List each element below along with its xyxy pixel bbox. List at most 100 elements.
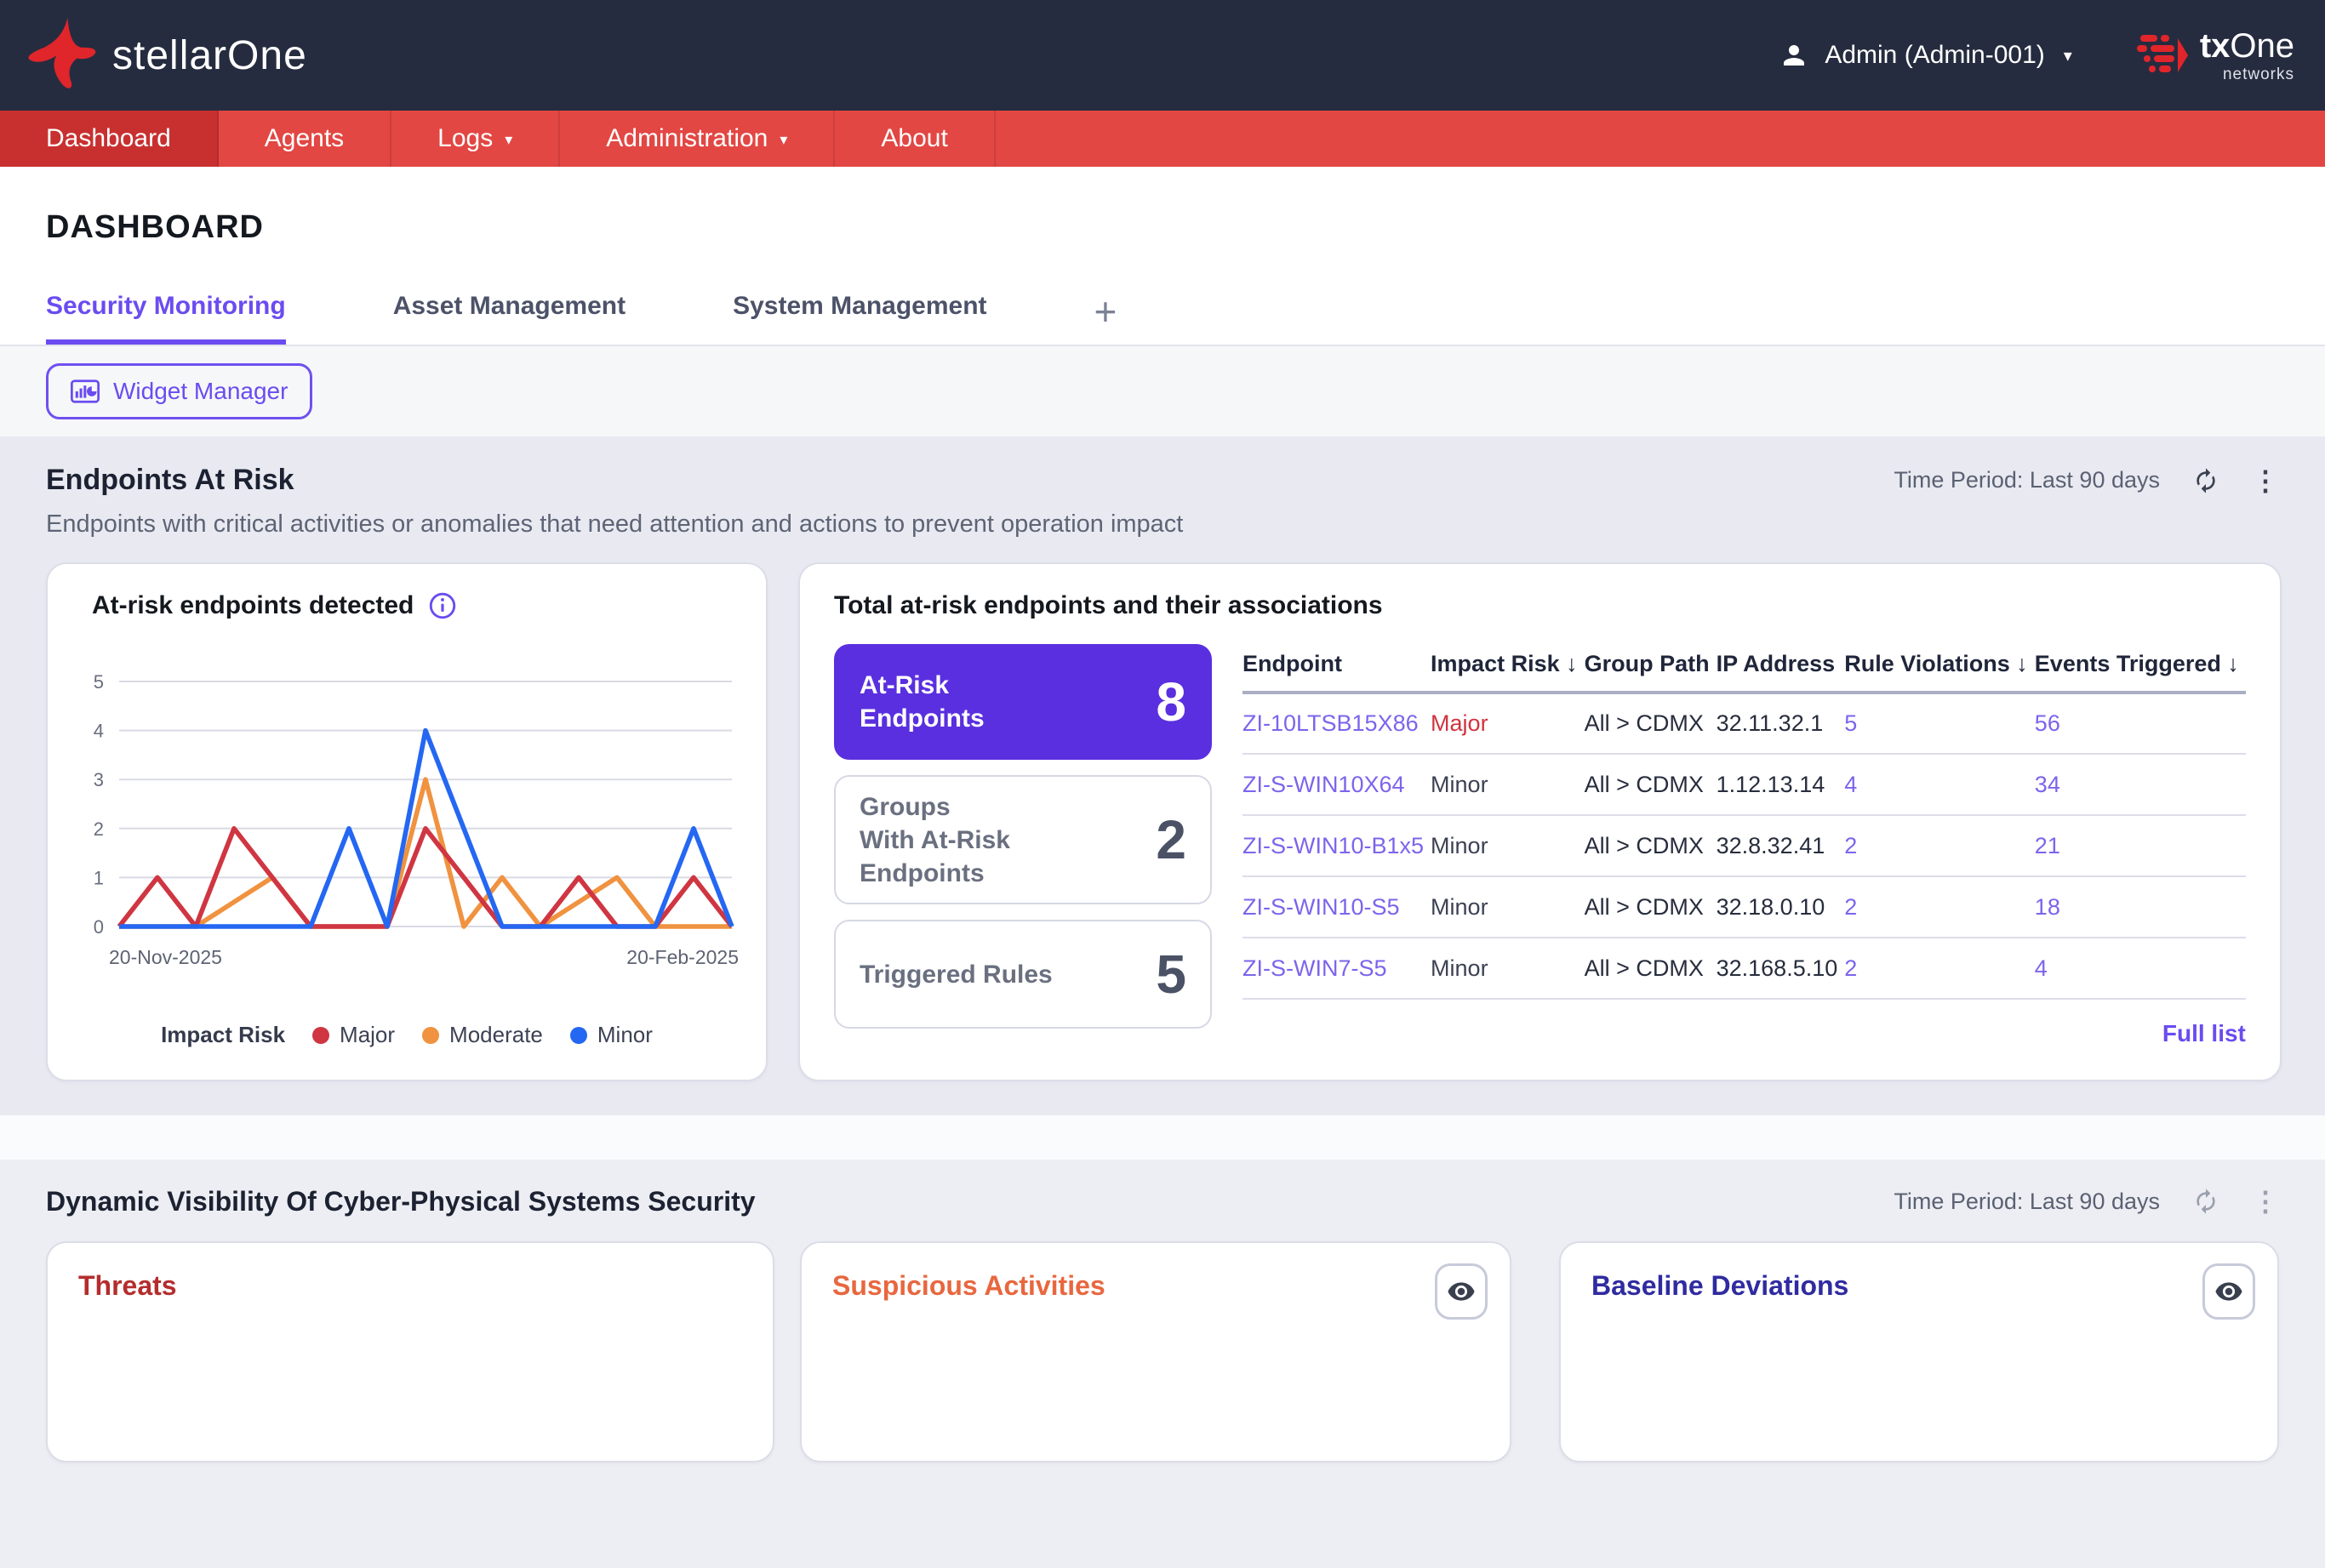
nav-dashboard[interactable]: Dashboard	[0, 111, 219, 167]
section-gap	[0, 1115, 2325, 1160]
eye-icon[interactable]	[1435, 1263, 1488, 1320]
brand-tx: tx	[2199, 26, 2231, 65]
endpoint-link[interactable]: ZI-S-WIN10X64	[1242, 754, 1431, 816]
main-nav: Dashboard Agents Logs ▾ Administration ▾ A…	[0, 111, 2325, 167]
at-risk-endpoints-chart-card: At-risk endpoints detected 0 1 2 3 4 5 20-Nov-…	[46, 562, 768, 1081]
kebab-menu-icon[interactable]: ⋮	[2252, 465, 2279, 497]
svg-text:4: 4	[94, 721, 104, 742]
violations-link[interactable]: 2	[1844, 938, 2035, 1000]
stellarone-logo: stellarOne	[24, 11, 307, 100]
time-period-label: Time Period: Last 90 days	[1894, 1188, 2160, 1214]
tab-system-management[interactable]: System Management	[733, 292, 986, 345]
tab-asset-management[interactable]: Asset Management	[393, 292, 626, 345]
stat-triggered-rules[interactable]: Triggered Rules 5	[834, 920, 1212, 1029]
svg-text:20-Nov-2025: 20-Nov-2025	[109, 946, 222, 968]
endpoint-link[interactable]: ZI-10LTSB15X86	[1242, 693, 1431, 755]
svg-text:3: 3	[94, 769, 104, 790]
events-link[interactable]: 18	[2034, 876, 2246, 938]
threats-title: Threats	[78, 1270, 177, 1301]
section-subtitle: Endpoints with critical activities or an…	[46, 510, 1184, 538]
svg-text:2: 2	[94, 818, 104, 840]
events-link[interactable]: 56	[2034, 693, 2246, 755]
user-menu[interactable]: Admin (Admin-001) ▾	[1779, 40, 2072, 71]
txone-logo: txOne networks	[2136, 26, 2294, 83]
dashboard-tabs: Security Monitoring Asset Management Sys…	[46, 292, 2279, 345]
section-title: Dynamic Visibility Of Cyber-Physical Sys…	[46, 1185, 756, 1217]
col-ip-address[interactable]: IP Address	[1716, 644, 1845, 694]
tab-security-monitoring[interactable]: Security Monitoring	[46, 292, 286, 345]
widget-band: Widget Manager	[0, 345, 2325, 436]
stat-value: 8	[1156, 671, 1186, 733]
col-events-triggered[interactable]: Events Triggered ↓	[2034, 644, 2246, 694]
legend-item-minor: Minor	[569, 1022, 653, 1048]
stat-groups-with-at-risk[interactable]: Groups With At-Risk Endpoints 2	[834, 775, 1212, 904]
events-link[interactable]: 34	[2034, 754, 2246, 816]
events-link[interactable]: 21	[2034, 815, 2246, 877]
baseline-deviations-card: Baseline Deviations	[1559, 1241, 2279, 1463]
moderate-dot	[422, 1026, 440, 1044]
major-dot	[312, 1026, 330, 1044]
threats-card: Threats	[46, 1241, 774, 1463]
table-row: ZI-S-WIN7-S5 Minor All > CDMX 32.168.5.1…	[1242, 938, 2246, 1000]
col-rule-violations[interactable]: Rule Violations ↓	[1844, 644, 2035, 694]
associations-title: Total at-risk endpoints and their associ…	[834, 591, 1383, 619]
user-icon	[1784, 45, 1805, 66]
legend-title: Impact Risk	[161, 1022, 286, 1047]
svg-text:0: 0	[94, 916, 104, 938]
nav-logs[interactable]: Logs ▾	[391, 111, 561, 167]
violations-link[interactable]: 2	[1844, 815, 2035, 877]
baseline-deviations-title: Baseline Deviations	[1591, 1270, 1849, 1301]
add-tab-button[interactable]: +	[1094, 292, 1117, 345]
suspicious-activities-card: Suspicious Activities	[800, 1241, 1511, 1463]
stat-value: 5	[1156, 944, 1186, 1005]
stellarone-butterfly-icon	[28, 18, 96, 88]
svg-text:20-Feb-2025: 20-Feb-2025	[626, 946, 739, 968]
chevron-down-icon: ▾	[2063, 46, 2072, 66]
widget-manager-button[interactable]: Widget Manager	[46, 363, 313, 419]
legend-item-moderate: Moderate	[422, 1022, 543, 1048]
events-link[interactable]: 4	[2034, 938, 2246, 1000]
table-row: ZI-S-WIN10X64 Minor All > CDMX 1.12.13.1…	[1242, 754, 2246, 816]
minor-dot	[569, 1026, 587, 1044]
legend-item-major: Major	[312, 1022, 395, 1048]
endpoint-link[interactable]: ZI-S-WIN10-S5	[1242, 876, 1431, 938]
full-list-link[interactable]: Full list	[1242, 1020, 2246, 1047]
at-risk-endpoints-table: Endpoint Impact Risk ↓ Group Path IP Add…	[1242, 644, 2246, 1000]
refresh-icon[interactable]	[2192, 1188, 2219, 1215]
brand-one: One	[2230, 26, 2294, 65]
kebab-menu-icon[interactable]: ⋮	[2252, 1185, 2279, 1217]
info-icon[interactable]	[429, 592, 456, 619]
stat-value: 2	[1156, 809, 1186, 870]
chart-title: At-risk endpoints detected	[92, 591, 414, 619]
chevron-down-icon: ▾	[780, 130, 788, 148]
brand-networks: networks	[2222, 65, 2294, 83]
chart-legend: Impact Risk Major Moderate Minor	[75, 1022, 739, 1048]
dynamic-visibility-section: Dynamic Visibility Of Cyber-Physical Sys…	[0, 1160, 2325, 1568]
at-risk-line-chart: 0 1 2 3 4 5 20-Nov-2025 20-Feb-2025	[94, 671, 739, 968]
nav-about[interactable]: About	[835, 111, 996, 167]
svg-text:5: 5	[94, 671, 104, 693]
violations-link[interactable]: 4	[1844, 754, 2035, 816]
time-period-label: Time Period: Last 90 days	[1894, 467, 2160, 493]
endpoint-link[interactable]: ZI-S-WIN10-B1x5	[1242, 815, 1431, 877]
nav-administration[interactable]: Administration ▾	[560, 111, 836, 167]
endpoints-at-risk-section: Endpoints At Risk Time Period: Last 90 d…	[0, 436, 2325, 1115]
violations-link[interactable]: 5	[1844, 693, 2035, 755]
user-name: Admin (Admin-001)	[1825, 41, 2045, 69]
nav-agents[interactable]: Agents	[219, 111, 392, 167]
col-group-path[interactable]: Group Path	[1584, 644, 1717, 694]
col-endpoint[interactable]: Endpoint	[1242, 644, 1431, 694]
table-row: ZI-S-WIN10-B1x5 Minor All > CDMX 32.8.32…	[1242, 815, 2246, 877]
svg-text:1: 1	[94, 867, 104, 888]
refresh-icon[interactable]	[2192, 467, 2219, 494]
endpoint-link[interactable]: ZI-S-WIN7-S5	[1242, 938, 1431, 1000]
stat-at-risk-endpoints[interactable]: At-Risk Endpoints 8	[834, 644, 1212, 760]
chevron-down-icon: ▾	[505, 130, 513, 148]
violations-link[interactable]: 2	[1844, 876, 2035, 938]
col-impact-risk[interactable]: Impact Risk ↓	[1431, 644, 1585, 694]
table-row: ZI-S-WIN10-S5 Minor All > CDMX 32.18.0.1…	[1242, 876, 2246, 938]
associations-card: Total at-risk endpoints and their associ…	[798, 562, 2282, 1081]
logo-text: stellarOne	[112, 32, 307, 78]
table-row: ZI-10LTSB15X86 Major All > CDMX 32.11.32…	[1242, 693, 2246, 755]
eye-icon[interactable]	[2202, 1263, 2255, 1320]
